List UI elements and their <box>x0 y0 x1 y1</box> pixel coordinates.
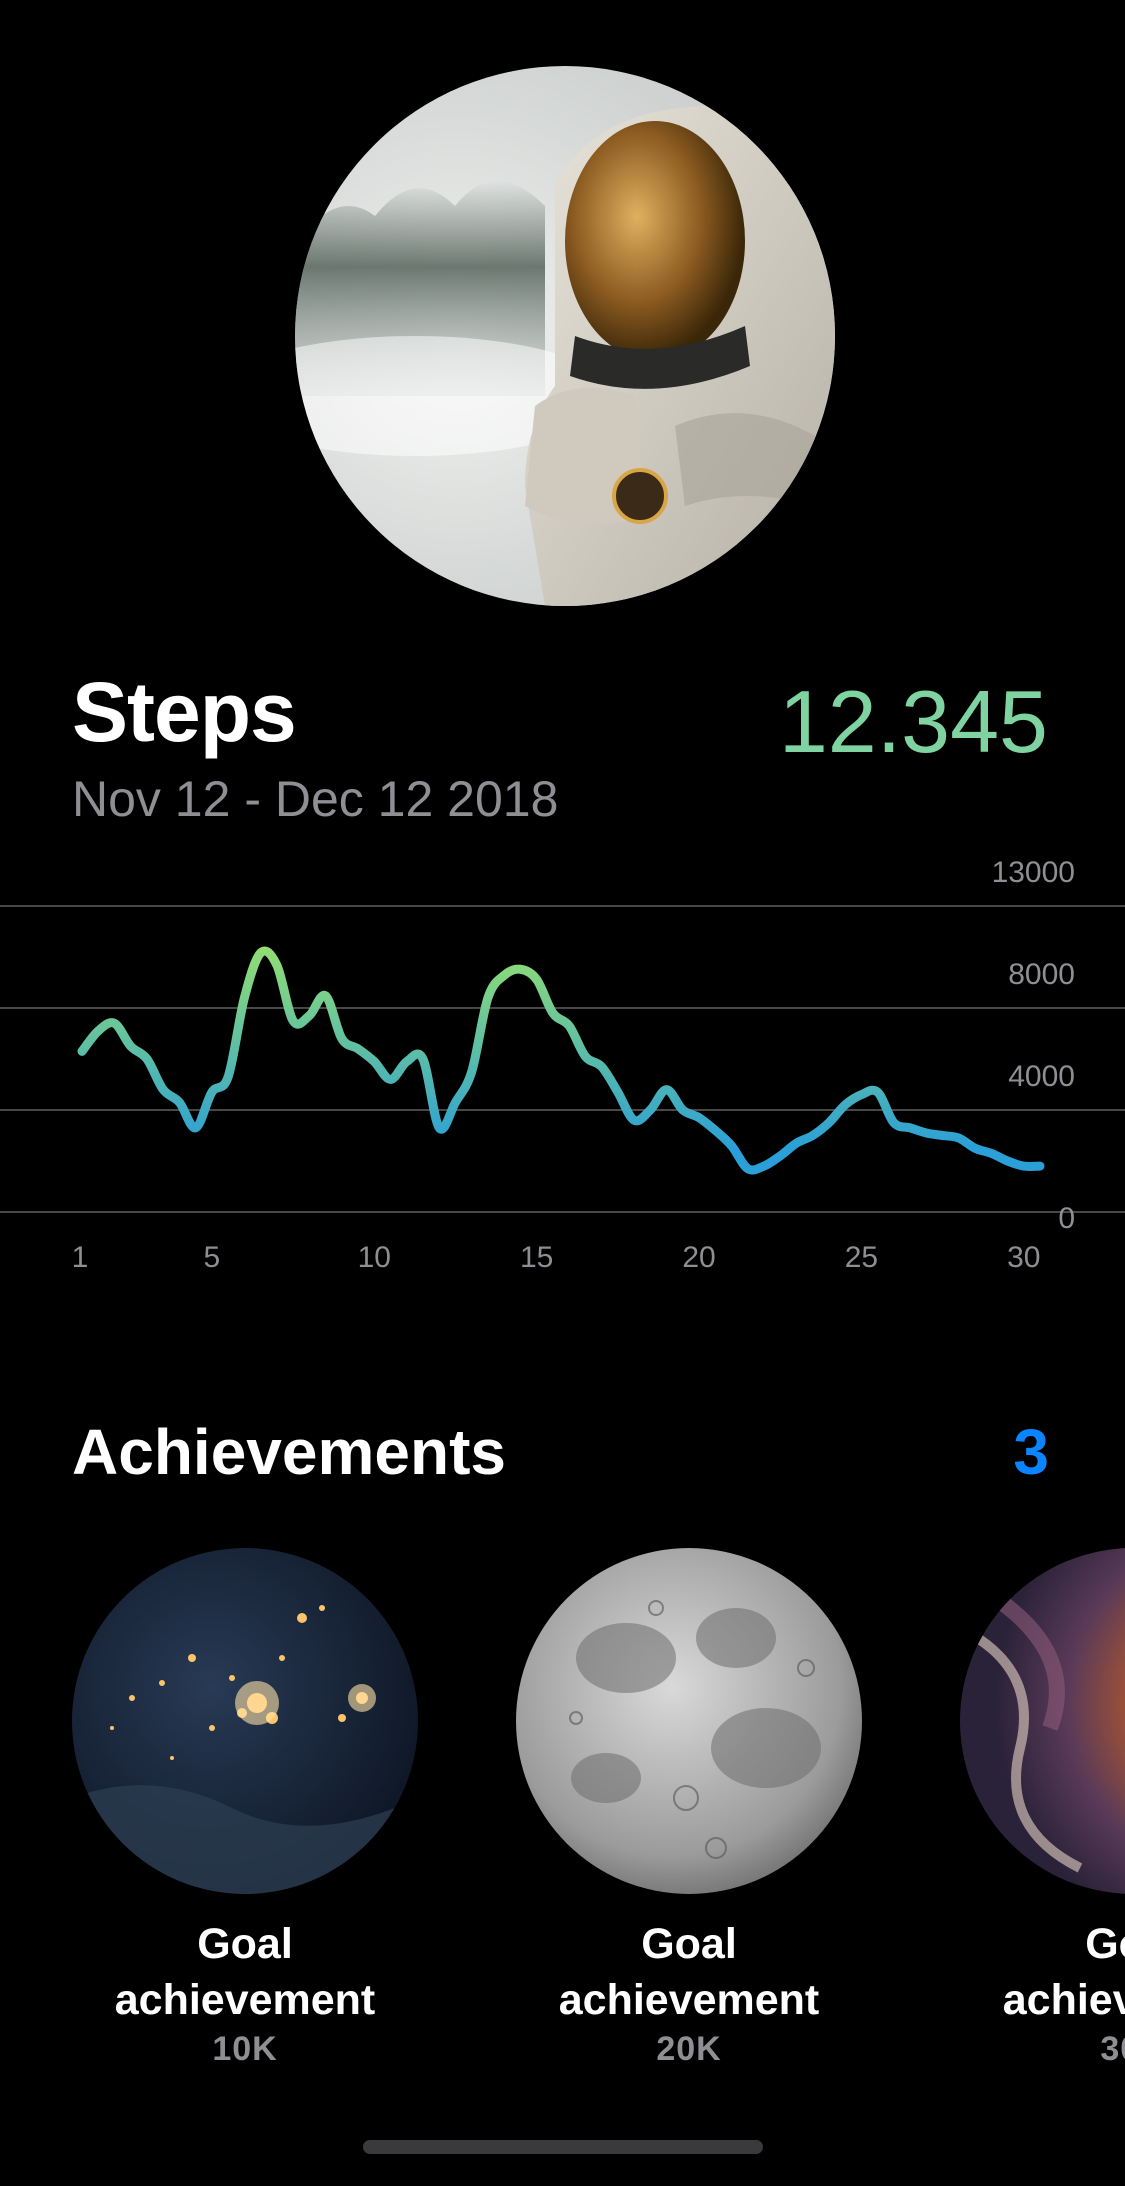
x-tick-label: 20 <box>682 1241 715 1274</box>
achievement-goal: 10K <box>212 2030 278 2068</box>
steps-title: Steps <box>72 665 297 759</box>
moon-surface-image <box>516 1548 862 1894</box>
x-tick-label: 5 <box>204 1241 221 1274</box>
y-tick-label: 8000 <box>1008 958 1075 991</box>
achievements-title: Achievements <box>72 1416 506 1488</box>
steps-chart: 13000 8000 4000 0 1 5 10 15 20 25 30 <box>0 840 1125 1290</box>
steps-line-chart: 130008000400001 5 10 15 20 25 30 <box>0 856 1125 1274</box>
achievement-card[interactable]: Goal achievement 30K <box>958 1548 1125 2069</box>
achievement-goal: 30K <box>1100 2030 1125 2068</box>
achievements-carousel[interactable]: Goal achievement 10K Goal achievement 20… <box>0 1548 1125 2088</box>
home-indicator[interactable] <box>363 2140 763 2154</box>
achievement-card[interactable]: Goal achievement 20K <box>514 1548 864 2069</box>
astronaut-avatar-image <box>295 66 835 606</box>
y-tick-label: 13000 <box>992 856 1075 889</box>
achievement-label: Goal achievement <box>1002 1920 1125 2024</box>
profile-avatar[interactable] <box>295 66 835 606</box>
achievement-label: Goal achievement <box>114 1920 376 2024</box>
x-tick-label: 15 <box>520 1241 553 1274</box>
earth-night-lights-image <box>72 1548 418 1894</box>
x-tick-label: 30 <box>1007 1241 1040 1274</box>
y-tick-label: 0 <box>1058 1202 1075 1235</box>
x-tick-label: 1 <box>72 1241 89 1274</box>
steps-date-range: Nov 12 - Dec 12 2018 <box>72 771 559 827</box>
nebula-swirl-image <box>960 1548 1125 1894</box>
achievements-count[interactable]: 3 <box>1013 1420 1049 1484</box>
achievement-label: Goal achievement <box>558 1920 820 2024</box>
steps-total: 12.345 <box>778 672 1048 771</box>
y-tick-label: 4000 <box>1008 1060 1075 1093</box>
steps-series-line <box>77 946 1045 1175</box>
achievement-card[interactable]: Goal achievement 10K <box>70 1548 420 2069</box>
x-tick-label: 25 <box>845 1241 878 1274</box>
x-tick-label: 10 <box>358 1241 391 1274</box>
achievement-goal: 20K <box>656 2030 722 2068</box>
